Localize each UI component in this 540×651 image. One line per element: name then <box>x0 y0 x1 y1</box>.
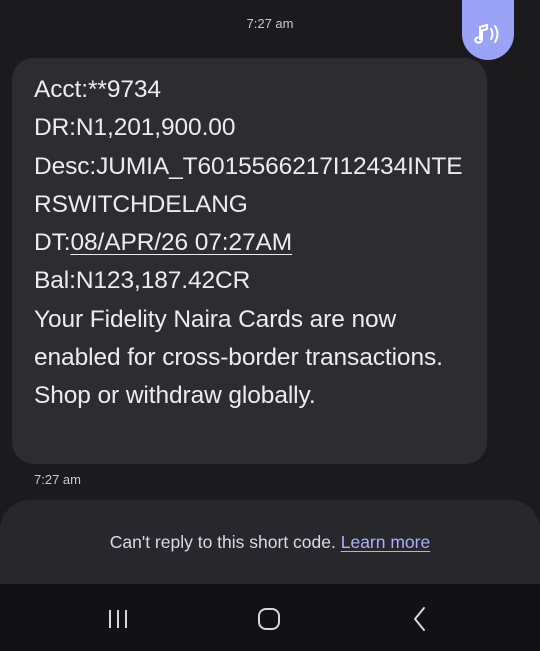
date-line: DT:08/APR/26 07:27AM <box>34 224 477 262</box>
back-icon <box>414 607 425 631</box>
date-prefix: DT: <box>34 229 71 257</box>
reply-panel: Can't reply to this short code. Learn mo… <box>0 500 540 584</box>
learn-more-link[interactable]: Learn more <box>341 532 431 552</box>
debit-line: DR:N1,201,900.00 <box>34 114 236 142</box>
description-line-1: Desc:JUMIA_T6015566217I12434INTE <box>34 152 463 180</box>
promo-note: Your Fidelity Naira Cards are now enable… <box>34 305 443 410</box>
home-button[interactable] <box>249 604 289 634</box>
balance-line: Bal:N123,187.42CR <box>34 267 251 295</box>
recents-icon <box>109 610 127 628</box>
recents-button[interactable] <box>98 604 138 634</box>
description-line-2: RSWITCHDELANG <box>34 190 248 218</box>
text-to-speech-button[interactable] <box>462 0 514 60</box>
date-link[interactable]: 08/APR/26 07:27AM <box>70 229 292 256</box>
speaker-note-icon <box>474 24 499 44</box>
message-bubble[interactable]: Acct:**9734 DR:N1,201,900.00 Desc:JUMIA_… <box>12 58 487 464</box>
home-icon <box>258 608 280 630</box>
navigation-bar <box>0 584 540 651</box>
message-timestamp: 7:27 am <box>34 472 81 487</box>
reply-notice: Can't reply to this short code. Learn mo… <box>0 532 540 553</box>
reply-notice-text: Can't reply to this short code. <box>109 532 336 552</box>
account-line: Acct:**9734 <box>34 76 161 103</box>
message-timestamp-top: 7:27 am <box>246 16 294 31</box>
back-button[interactable] <box>400 604 440 634</box>
